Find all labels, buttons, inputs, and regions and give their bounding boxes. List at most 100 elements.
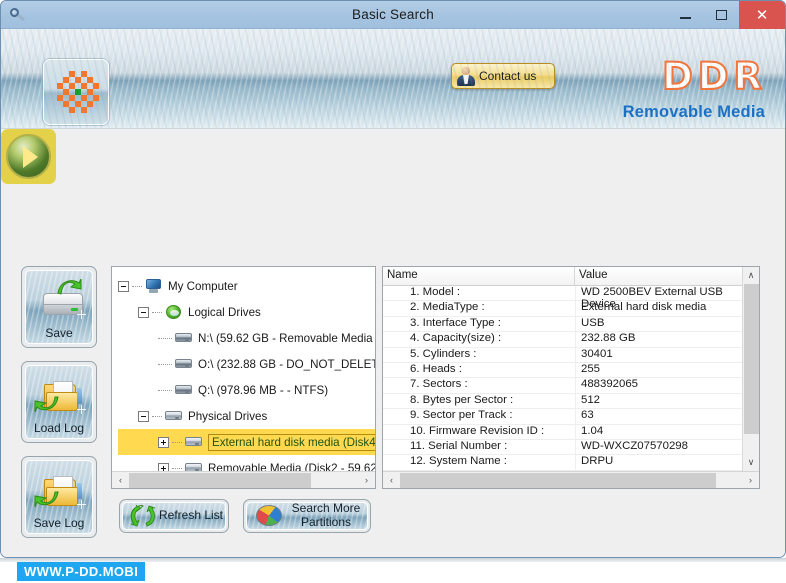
- header-banner: Contact us DDR Removable Media: [1, 29, 785, 129]
- table-row[interactable]: 4. Capacity(size) : 232.88 GB: [383, 332, 759, 348]
- tree-node-label: N:\ (59.62 GB - Removable Media - N: [198, 331, 375, 345]
- expand-icon[interactable]: [158, 436, 169, 448]
- properties-scroll-down-button[interactable]: ∨: [743, 454, 760, 471]
- properties-horizontal-scrollbar[interactable]: ‹ ›: [383, 471, 759, 488]
- hdd-icon: [174, 330, 194, 346]
- table-row[interactable]: 1. Model : WD 2500BEV External USB Device: [383, 286, 759, 310]
- tree-node-label: External hard disk media (Disk4 - 232: [208, 433, 375, 451]
- table-row[interactable]: 11. Serial Number : WD-WXCZ07570298: [383, 439, 759, 456]
- property-name: 4. Capacity(size) :: [410, 332, 502, 345]
- tree-scroll-right-button[interactable]: ›: [358, 472, 375, 489]
- table-row[interactable]: 9. Sector per Track : 63: [383, 409, 759, 425]
- tree-horizontal-scrollbar[interactable]: ‹ ›: [112, 471, 375, 488]
- property-value: 30401: [575, 347, 759, 362]
- drive-tree[interactable]: My Computer Logical Drives N:\ (59.62 GB -…: [112, 267, 375, 471]
- load-log-button-label: Load Log: [33, 421, 85, 435]
- properties-scroll-right-button[interactable]: ›: [742, 472, 759, 489]
- computer-icon: [144, 278, 164, 294]
- table-row[interactable]: 3. Interface Type : USB: [383, 316, 759, 333]
- property-value: WD 2500BEV External USB Device: [575, 286, 759, 310]
- refresh-list-label: Refresh List: [158, 508, 224, 523]
- refresh-arrows-icon: [129, 503, 157, 527]
- tree-connector: [158, 363, 172, 365]
- properties-scroll-track[interactable]: [400, 472, 742, 489]
- collapse-icon[interactable]: [138, 410, 149, 422]
- property-value: 255: [575, 362, 759, 378]
- tree-node[interactable]: N:\ (59.62 GB - Removable Media - N: [118, 325, 375, 351]
- property-name: 11. Serial Number :: [410, 439, 508, 452]
- drive-tree-panel: My Computer Logical Drives N:\ (59.62 GB -…: [111, 266, 376, 489]
- property-value: 512: [575, 393, 759, 409]
- table-row[interactable]: 5. Cylinders : 30401: [383, 347, 759, 363]
- tree-connector: [172, 467, 182, 469]
- pie-chart-icon: [255, 503, 285, 529]
- table-row[interactable]: 2. MediaType : External hard disk media: [383, 301, 759, 317]
- property-name: 10. Firmware Revision ID :: [410, 424, 545, 437]
- column-header-value[interactable]: Value: [575, 267, 759, 285]
- properties-vscroll-thumb[interactable]: [743, 284, 759, 434]
- person-avatar-icon: [456, 66, 476, 86]
- tree-connector: [158, 389, 172, 391]
- collapse-icon[interactable]: [138, 306, 149, 318]
- table-row[interactable]: 10. Firmware Revision ID : 1.04: [383, 424, 759, 440]
- property-value: External hard disk media: [575, 301, 759, 316]
- tree-node-label: Removable Media (Disk2 - 59.62 GB): [208, 461, 375, 472]
- search-more-partitions-button[interactable]: Search More Partitions: [243, 499, 371, 533]
- close-button[interactable]: ✕: [739, 1, 785, 29]
- properties-scroll-up-button[interactable]: ∧: [743, 267, 760, 284]
- load-folder-icon: [26, 374, 92, 418]
- checkered-media-logo: [43, 59, 109, 125]
- save-button-label: Save: [45, 326, 73, 340]
- properties-scroll-thumb[interactable]: [400, 472, 716, 488]
- save-drive-icon: [26, 278, 92, 323]
- tree-scroll-thumb[interactable]: [129, 472, 311, 488]
- property-value: USB: [575, 316, 759, 332]
- save-button[interactable]: Save: [21, 266, 97, 348]
- tree-node[interactable]: My Computer: [118, 273, 375, 299]
- expand-icon[interactable]: [158, 462, 169, 471]
- save-log-button[interactable]: Save Log: [21, 456, 97, 538]
- tree-node-label: Logical Drives: [188, 305, 261, 319]
- table-row[interactable]: 7. Sectors : 488392065: [383, 378, 759, 394]
- table-row[interactable]: 8. Bytes per Sector : 512: [383, 393, 759, 410]
- column-header-name[interactable]: Name: [383, 267, 575, 285]
- tree-node[interactable]: Logical Drives: [118, 299, 375, 325]
- hdd-icon: [174, 382, 194, 398]
- save-folder-icon: [26, 469, 92, 513]
- contact-us-button[interactable]: Contact us: [451, 63, 555, 89]
- next-button[interactable]: [1, 129, 56, 184]
- hdd-icon: [174, 356, 194, 372]
- properties-scroll-left-button[interactable]: ‹: [383, 472, 400, 489]
- tree-node-label: O:\ (232.88 GB - DO_NOT_DELETE -: [198, 357, 375, 371]
- tree-connector: [152, 311, 162, 313]
- tree-connector: [158, 337, 172, 339]
- table-row[interactable]: 6. Heads : 255: [383, 362, 759, 379]
- property-name: 7. Sectors :: [410, 378, 468, 391]
- title-bar: Basic Search ✕: [1, 1, 785, 29]
- property-name: 1. Model :: [410, 286, 461, 298]
- tree-scroll-track[interactable]: [129, 472, 358, 489]
- table-row[interactable]: 12. System Name : DRPU: [383, 455, 759, 471]
- tree-node[interactable]: Removable Media (Disk2 - 59.62 GB): [118, 455, 375, 471]
- tree-node[interactable]: External hard disk media (Disk4 - 232: [118, 429, 375, 455]
- maximize-button[interactable]: [703, 1, 739, 29]
- tree-node[interactable]: O:\ (232.88 GB - DO_NOT_DELETE -: [118, 351, 375, 377]
- tree-node-label: Physical Drives: [188, 409, 268, 423]
- properties-vscroll-track[interactable]: [743, 284, 760, 454]
- minimize-button[interactable]: [667, 1, 703, 29]
- window-controls: ✕: [667, 1, 785, 29]
- properties-vertical-scrollbar[interactable]: ∧ ∨: [742, 267, 759, 471]
- collapse-icon[interactable]: [118, 280, 129, 292]
- tree-node-label: My Computer: [168, 279, 238, 293]
- contact-us-label: Contact us: [479, 69, 537, 83]
- property-value: WD-WXCZ07570298: [575, 439, 759, 455]
- tree-node[interactable]: Q:\ (978.96 MB - - NTFS): [118, 377, 375, 403]
- property-name: 6. Heads :: [410, 362, 462, 375]
- tree-node[interactable]: Physical Drives: [118, 403, 375, 429]
- website-url-banner[interactable]: WWW.P-DD.MOBI: [17, 562, 146, 581]
- load-log-button[interactable]: Load Log: [21, 361, 97, 443]
- application-window: Basic Search ✕ Contact us DDR Removable …: [0, 0, 786, 558]
- logical-drive-icon: [164, 304, 184, 320]
- refresh-list-button[interactable]: Refresh List: [119, 499, 229, 533]
- tree-scroll-left-button[interactable]: ‹: [112, 472, 129, 489]
